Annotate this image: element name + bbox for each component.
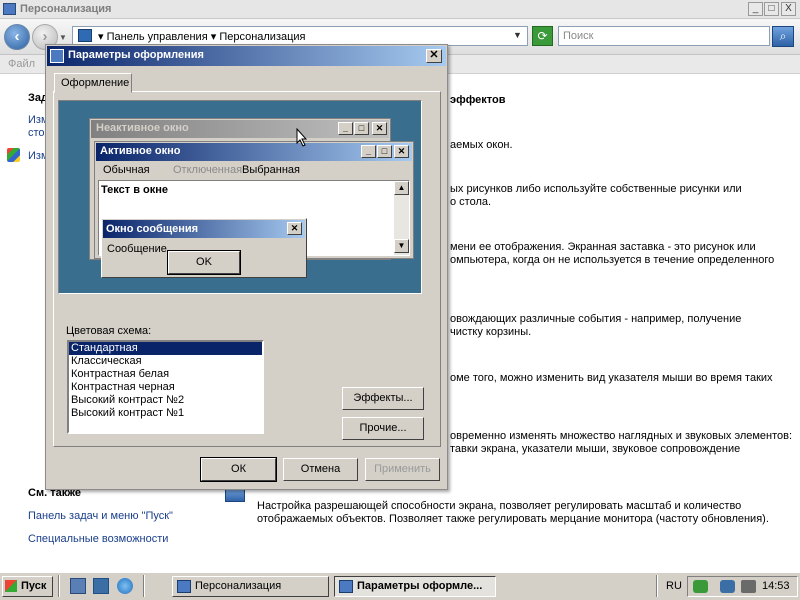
description-text: мени ее отображения. Экранная заставка -… (450, 241, 756, 253)
close-icon[interactable]: ✕ (426, 49, 442, 63)
taskbar-separator (143, 575, 145, 597)
task-personalization[interactable]: Персонализация (172, 576, 329, 597)
preview-message-text: Сообщение (107, 243, 167, 255)
close-icon: ✕ (287, 222, 302, 235)
tab-appearance[interactable]: Оформление (54, 73, 132, 93)
task-link[interactable]: сто (28, 127, 45, 139)
scroll-down-icon[interactable]: ▼ (394, 239, 409, 253)
language-indicator[interactable]: RU (666, 580, 682, 592)
task-appearance-settings[interactable]: Параметры оформле... (334, 576, 496, 597)
maximize-button[interactable]: □ (764, 2, 779, 16)
description-text: ых рисунков либо используйте собственные… (450, 183, 742, 195)
chevron-right-icon: ▾ (210, 31, 217, 43)
taskbar-separator (656, 575, 658, 597)
back-button[interactable]: ‹ (4, 24, 30, 50)
windows-logo-icon (5, 580, 17, 592)
clock[interactable]: 14:53 (762, 580, 790, 592)
color-scheme-label: Цветовая схема: (66, 325, 152, 337)
description-text: овождающих различные события - например,… (450, 313, 742, 325)
taskbar-settings-link[interactable]: Панель задач и меню "Пуск" (28, 510, 173, 522)
preview-menu-disabled[interactable]: Отключенная (173, 164, 242, 176)
minimize-icon: _ (361, 145, 376, 158)
refresh-button[interactable]: ⟳ (532, 26, 553, 46)
show-desktop-icon[interactable] (93, 578, 109, 594)
color-scheme-item[interactable]: Высокий контраст №2 (69, 394, 262, 407)
color-scheme-item[interactable]: Контрастная белая (69, 368, 262, 381)
description-text: омпьютера, когда он не используется в те… (450, 254, 775, 266)
volume-icon[interactable] (741, 580, 756, 593)
chevron-down-icon[interactable]: ▼ (513, 30, 522, 40)
preview-menu-selected[interactable]: Выбранная (242, 164, 300, 176)
breadcrumb[interactable]: ▾ Панель управления ▾ Персонализация (98, 30, 306, 43)
color-scheme-item[interactable]: Высокий контраст №1 (69, 407, 262, 420)
minimize-icon: _ (338, 122, 353, 135)
display-settings-icon (339, 580, 353, 593)
description-text: чистку корзины. (450, 326, 532, 338)
preview-menu-normal[interactable]: Обычная (103, 164, 150, 176)
dialog-title: Параметры оформления (68, 49, 204, 61)
search-icon[interactable]: ⌕ (772, 26, 794, 47)
taskbar-separator (58, 575, 60, 597)
security-icon[interactable] (720, 580, 735, 593)
cancel-button[interactable]: Отмена (283, 458, 358, 481)
minimize-button[interactable]: _ (748, 2, 763, 16)
window-title: Персонализация (20, 3, 112, 15)
description-text: о стола. (450, 196, 492, 208)
chevron-down-icon[interactable]: ▼ (59, 33, 67, 42)
description-text: отображаемых объектов. Позволяет также р… (257, 513, 769, 525)
maximize-icon: □ (377, 145, 392, 158)
scroll-up-icon[interactable]: ▲ (394, 181, 409, 195)
control-panel-icon (177, 580, 191, 593)
mouse-cursor-icon (296, 128, 308, 147)
color-scheme-item[interactable]: Стандартная (69, 342, 262, 355)
window-titlebar (0, 0, 800, 19)
close-icon: ✕ (372, 122, 387, 135)
breadcrumb-control-panel[interactable]: Панель управления (107, 31, 208, 43)
breadcrumb-personalization[interactable]: Персонализация (219, 31, 305, 43)
shield-icon (7, 148, 20, 162)
other-button[interactable]: Прочие... (342, 417, 424, 440)
description-text: аемых окон. (450, 139, 513, 151)
maximize-icon: □ (354, 122, 369, 135)
section-heading: эффектов (450, 94, 506, 106)
accessibility-link[interactable]: Специальные возможности (28, 533, 168, 545)
control-panel-icon (3, 3, 16, 15)
close-icon: ✕ (394, 145, 409, 158)
description-text: Настройка разрешающей способности экрана… (257, 500, 742, 512)
preview-ok-button[interactable]: OK (167, 250, 241, 275)
chevron-right-icon: ▾ (98, 31, 104, 43)
menu-file[interactable]: Файл (8, 58, 35, 70)
preview-active-title: Активное окно (100, 145, 181, 157)
control-panel-icon (78, 29, 92, 42)
apply-button[interactable]: Применить (365, 458, 440, 481)
preview-inactive-title: Неактивное окно (96, 122, 189, 134)
close-button[interactable]: X (781, 2, 796, 16)
description-text: тавки экрана, указатели мыши, звуковое с… (450, 443, 741, 455)
dialog-icon (50, 49, 64, 63)
color-scheme-item[interactable]: Контрастная черная (69, 381, 262, 394)
preview-message-title: Окно сообщения (106, 223, 199, 235)
internet-explorer-icon[interactable] (117, 578, 133, 594)
description-text: оме того, можно изменить вид указателя м… (450, 372, 773, 384)
ok-button[interactable]: ОК (200, 457, 277, 482)
network-icon[interactable] (693, 580, 708, 593)
preview-window-text: Текст в окне (101, 184, 169, 196)
server-manager-icon[interactable] (70, 578, 86, 594)
search-input[interactable]: Поиск (558, 26, 770, 46)
color-scheme-item[interactable]: Классическая (69, 355, 262, 368)
description-text: овременно изменять множество наглядных и… (450, 430, 793, 442)
effects-button[interactable]: Эффекты... (342, 387, 424, 410)
